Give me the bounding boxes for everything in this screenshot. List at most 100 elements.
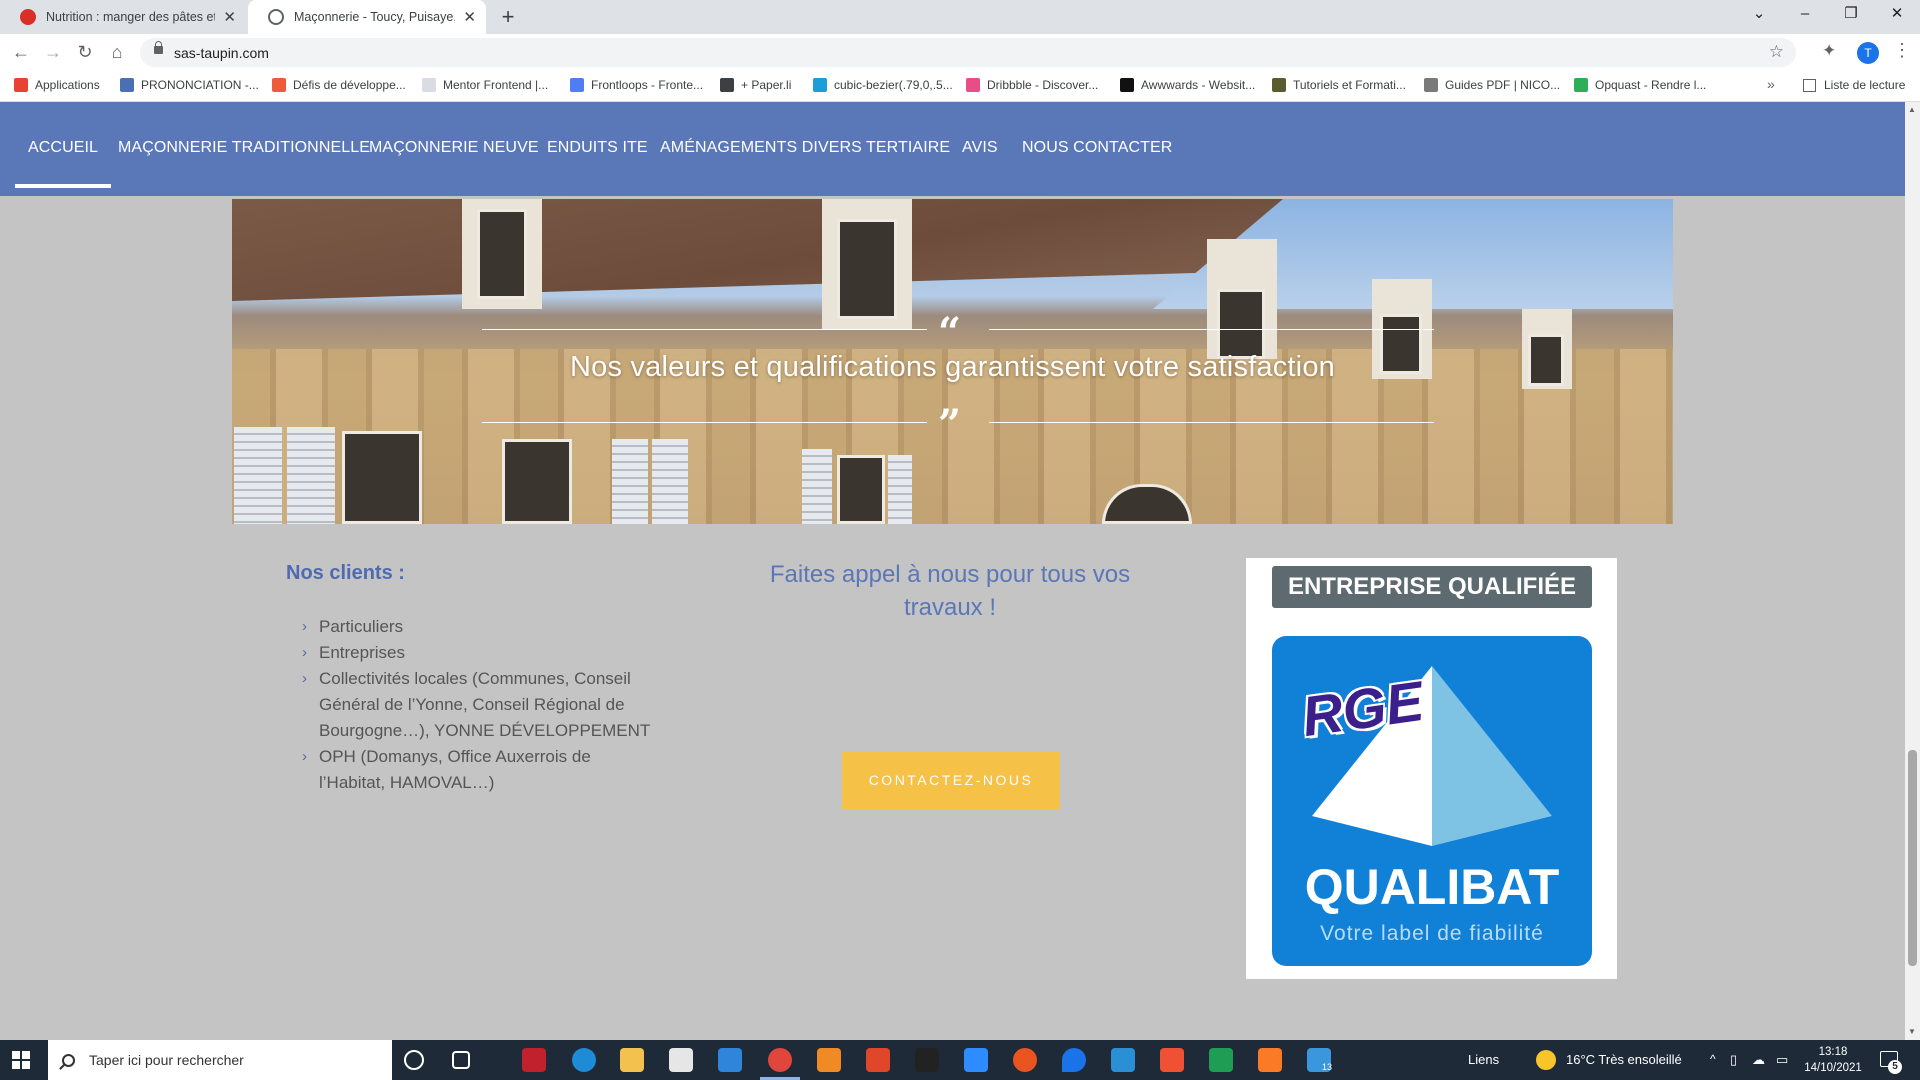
quote-divider-top-right — [989, 329, 1434, 330]
zoom-icon[interactable] — [964, 1048, 988, 1072]
bookmark-label: Opquast - Rendre l... — [1595, 78, 1707, 92]
clock-date: 14/10/2021 — [1804, 1062, 1862, 1074]
bookmark-item[interactable]: Dribbble - Discover... — [966, 78, 1098, 92]
close-window-button[interactable]: ✕ — [1874, 0, 1920, 30]
bookmark-item[interactable]: Guides PDF | NICO... — [1424, 78, 1560, 92]
forward-icon[interactable]: → — [40, 39, 66, 65]
git-icon[interactable] — [1160, 1048, 1184, 1072]
close-icon[interactable]: ✕ — [223, 8, 236, 26]
bookmark-item[interactable]: Frontloops - Fronte... — [570, 78, 703, 92]
bookmark-item[interactable]: Applications — [14, 78, 100, 92]
bookmark-favicon-icon — [1120, 78, 1134, 92]
list-item-text: OPH (Domanys, Office Auxerrois de l’Habi… — [319, 747, 591, 792]
nav-amenagements-divers[interactable]: AMÉNAGEMENTS DIVERS — [660, 139, 862, 157]
site-navigation: ACCUEIL MAÇONNERIE TRADITIONNELLE MAÇONN… — [0, 102, 1905, 196]
scroll-thumb[interactable] — [1908, 750, 1917, 966]
mail-icon[interactable] — [718, 1048, 742, 1072]
extensions-icon[interactable]: ✦ — [1822, 41, 1836, 61]
bookmark-item[interactable]: + Paper.li — [720, 78, 791, 92]
web-page: ACCUEIL MAÇONNERIE TRADITIONNELLE MAÇONN… — [0, 102, 1905, 1040]
new-tab-button[interactable]: + — [494, 4, 522, 32]
more-bookmarks-icon[interactable]: » — [1767, 76, 1775, 92]
hero-shutter — [888, 455, 912, 524]
bookmark-item[interactable]: PRONONCIATION -... — [120, 78, 259, 92]
chrome-icon[interactable] — [768, 1048, 792, 1072]
nav-avis[interactable]: AVIS — [962, 139, 998, 157]
battery-icon[interactable]: ▭ — [1776, 1052, 1788, 1068]
search-placeholder: Taper ici pour rechercher — [89, 1052, 244, 1068]
bookmark-item[interactable]: Awwwards - Websit... — [1120, 78, 1255, 92]
reload-icon[interactable]: ↻ — [72, 39, 98, 65]
bookmark-favicon-icon — [966, 78, 980, 92]
tab-search-icon[interactable]: ⌄ — [1736, 0, 1782, 30]
weather-icon[interactable] — [1536, 1050, 1556, 1070]
minimize-button[interactable]: – — [1782, 0, 1828, 30]
clients-list: › Particuliers › Entreprises › Collectivité… — [302, 614, 652, 796]
bookmark-star-icon[interactable]: ☆ — [1769, 42, 1784, 62]
address-bar[interactable]: sas-taupin.com ☆ — [140, 38, 1796, 67]
weather-text[interactable]: 16°C Très ensoleillé — [1566, 1052, 1682, 1067]
store-icon[interactable] — [669, 1048, 693, 1072]
chevron-right-icon: › — [302, 644, 307, 661]
vscode-icon[interactable] — [1111, 1048, 1135, 1072]
bookmark-label: Applications — [35, 78, 100, 92]
bookmark-label: Mentor Frontend |... — [443, 78, 549, 92]
tab-maconnerie[interactable]: Maçonnerie - Toucy, Puisaye, Yon ✕ — [248, 0, 486, 34]
bookmark-item[interactable]: cubic-bezier(.79,0,.5... — [813, 78, 953, 92]
tab-title: Nutrition : manger des pâtes et d — [46, 10, 216, 24]
list-item: › Collectivités locales (Communes, Consei… — [302, 666, 652, 744]
task-view-icon[interactable] — [452, 1051, 470, 1069]
scroll-down-icon[interactable]: ▼ — [1908, 1027, 1916, 1036]
back-icon[interactable]: ← — [8, 39, 34, 65]
hero-window — [837, 219, 897, 319]
nav-tertiaire[interactable]: TERTIAIRE — [866, 139, 950, 157]
contact-button[interactable]: CONTACTEZ-NOUS — [842, 752, 1060, 809]
terminal-icon[interactable] — [915, 1048, 939, 1072]
nav-nous-contacter[interactable]: NOUS CONTACTER — [1022, 139, 1172, 157]
system-clock[interactable]: 13:18 14/10/2021 — [1796, 1044, 1870, 1076]
maps-icon[interactable] — [1062, 1048, 1086, 1072]
cortana-icon[interactable] — [404, 1050, 424, 1070]
file-explorer-icon[interactable] — [620, 1048, 644, 1072]
windows-taskbar: Taper ici pour rechercher 13 Liens 16°C … — [0, 1040, 1920, 1080]
cloud-icon[interactable]: ☁ — [1752, 1052, 1765, 1068]
lock-icon[interactable] — [154, 41, 163, 54]
nav-maconnerie-neuve[interactable]: MAÇONNERIE NEUVE — [369, 139, 539, 157]
sublime-icon[interactable] — [817, 1048, 841, 1072]
office-icon[interactable] — [866, 1048, 890, 1072]
page-scrollbar[interactable]: ▲ ▼ — [1905, 102, 1920, 1040]
nav-maconnerie-traditionnelle[interactable]: MAÇONNERIE TRADITIONNELLE — [118, 139, 370, 157]
url-text: sas-taupin.com — [174, 45, 269, 61]
bookmark-label: Guides PDF | NICO... — [1445, 78, 1561, 92]
app-icon[interactable] — [522, 1048, 546, 1072]
close-icon[interactable]: ✕ — [463, 8, 476, 26]
app-badge: 13 — [1322, 1062, 1333, 1072]
xampp-icon[interactable] — [1258, 1048, 1282, 1072]
bookmark-label: Frontloops - Fronte... — [591, 78, 704, 92]
powershell-icon[interactable] — [1209, 1048, 1233, 1072]
bookmark-item[interactable]: Mentor Frontend |... — [422, 78, 548, 92]
tab-nutrition[interactable]: Nutrition : manger des pâtes et d ✕ — [0, 0, 246, 34]
bookmark-favicon-icon — [422, 78, 436, 92]
links-toolbar[interactable]: Liens — [1468, 1052, 1499, 1067]
bookmark-item[interactable]: Tutoriels et Formati... — [1272, 78, 1406, 92]
hero-tagline: Nos valeurs et qualifications garantisse… — [570, 351, 1335, 383]
nav-enduits-ite[interactable]: ENDUITS ITE — [547, 139, 648, 157]
restore-button[interactable]: ❐ — [1828, 0, 1874, 30]
home-icon[interactable]: ⌂ — [104, 39, 130, 65]
chevron-up-icon[interactable]: ^ — [1710, 1052, 1716, 1066]
profile-avatar[interactable]: T — [1857, 42, 1879, 64]
bookmark-label: PRONONCIATION -... — [141, 78, 259, 92]
edge-icon[interactable] — [572, 1048, 596, 1072]
ubuntu-icon[interactable] — [1013, 1048, 1037, 1072]
taskbar-search[interactable]: Taper ici pour rechercher — [48, 1040, 392, 1080]
menu-icon[interactable]: ⋮ — [1893, 40, 1911, 61]
nav-accueil[interactable]: ACCUEIL — [14, 139, 112, 188]
reading-list-button[interactable]: Liste de lecture — [1803, 78, 1905, 92]
bookmark-item[interactable]: Opquast - Rendre l... — [1574, 78, 1706, 92]
device-icon[interactable]: ▯ — [1730, 1052, 1737, 1068]
bookmark-favicon-icon — [14, 78, 28, 92]
windows-start-icon[interactable] — [12, 1051, 30, 1069]
bookmark-item[interactable]: Défis de développe... — [272, 78, 406, 92]
scroll-up-icon[interactable]: ▲ — [1908, 105, 1916, 114]
